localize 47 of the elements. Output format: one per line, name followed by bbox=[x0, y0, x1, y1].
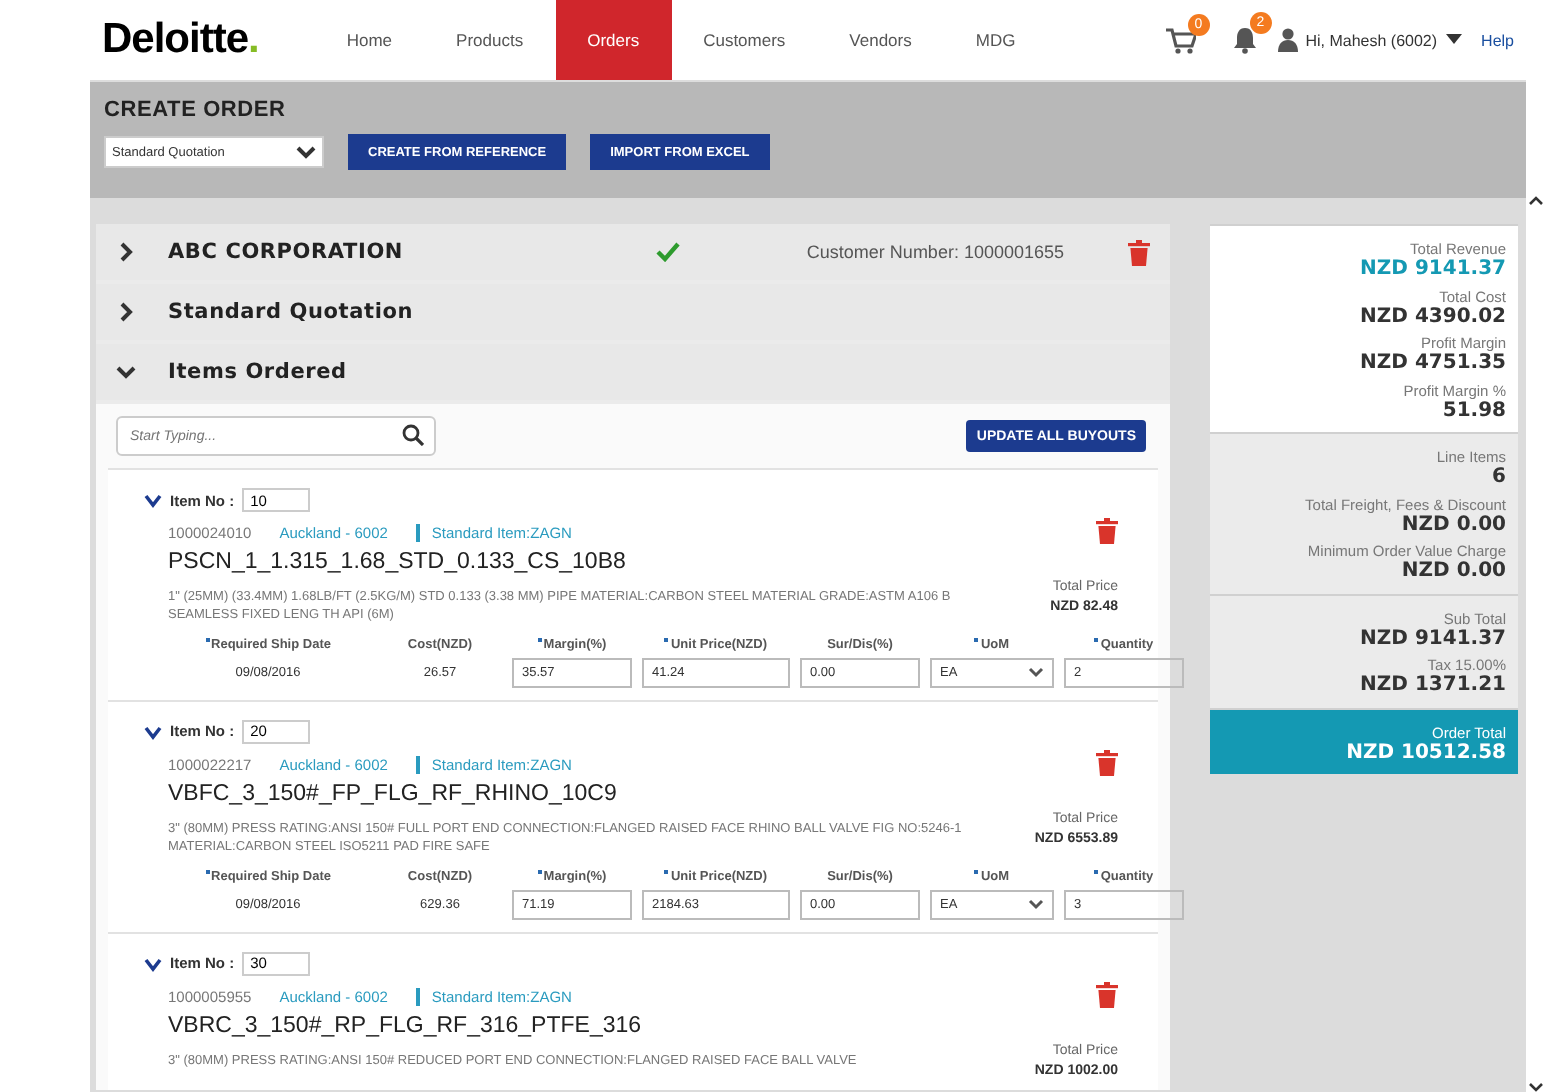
summary-value: NZD 4751.35 bbox=[1358, 352, 1506, 377]
summary-value: NZD 1371.21 bbox=[1358, 674, 1506, 699]
nav-tab[interactable]: Orders bbox=[555, 0, 672, 80]
chevron-down-icon bbox=[296, 144, 316, 160]
page-title: CREATE ORDER bbox=[104, 98, 288, 122]
summary-value: NZD 9141.37 bbox=[1358, 627, 1506, 652]
cart-icon[interactable] bbox=[1165, 27, 1196, 53]
summary-value: NZD 0.00 bbox=[1399, 560, 1506, 585]
nav-tab[interactable]: Vendors bbox=[817, 0, 944, 80]
scroll-down-icon[interactable] bbox=[1528, 1082, 1544, 1092]
logo[interactable]: Deloitte. bbox=[102, 16, 259, 64]
customer-number: Customer Number: 1000001655 bbox=[806, 242, 1064, 262]
chevron-down-icon[interactable] bbox=[144, 725, 162, 740]
section-title: Items Ordered bbox=[168, 360, 347, 384]
chevron-down-icon bbox=[1028, 666, 1044, 679]
user-icon bbox=[1277, 28, 1298, 52]
summary-value: NZD 10512.58 bbox=[1344, 741, 1506, 766]
delete-icon[interactable] bbox=[1128, 239, 1150, 265]
scroll-up-icon[interactable] bbox=[1528, 196, 1544, 206]
summary-value: 6 bbox=[1490, 466, 1506, 491]
summary-value: 51.98 bbox=[1440, 399, 1506, 424]
item-name: VBRC_3_150#_RP_FLG_RF_316_PTFE_316 bbox=[168, 1013, 644, 1038]
item-name: PSCN_1_1.315_1.68_STD_0.133_CS_10B8 bbox=[168, 550, 628, 574]
item-name: VBFC_3_150#_FP_FLG_RF_RHINO_10C9 bbox=[168, 781, 619, 806]
delete-icon[interactable] bbox=[1096, 749, 1118, 776]
delete-icon[interactable] bbox=[1096, 518, 1118, 544]
chevron-down-icon[interactable] bbox=[116, 364, 136, 380]
search-icon bbox=[402, 424, 424, 446]
nav-tab[interactable]: Customers bbox=[671, 0, 818, 80]
help-link[interactable]: Help bbox=[1481, 31, 1514, 49]
chevron-down-icon[interactable] bbox=[144, 494, 162, 508]
summary-value: NZD 4390.02 bbox=[1358, 305, 1506, 330]
summary-value: NZD 9141.37 bbox=[1358, 258, 1506, 283]
chevron-down-icon bbox=[1028, 898, 1044, 911]
section-title: Standard Quotation bbox=[168, 300, 414, 324]
chevron-right-icon[interactable] bbox=[118, 302, 134, 322]
chevron-right-icon[interactable] bbox=[118, 242, 134, 262]
bell-icon[interactable] bbox=[1231, 26, 1258, 54]
summary-value: NZD 0.00 bbox=[1399, 513, 1506, 538]
chevron-down-icon[interactable] bbox=[144, 957, 162, 972]
nav-tab[interactable]: Home bbox=[314, 0, 425, 80]
delete-icon[interactable] bbox=[1096, 981, 1118, 1008]
caret-icon[interactable] bbox=[1445, 34, 1462, 46]
nav-tab[interactable]: MDG bbox=[943, 0, 1048, 80]
section-title: ABC CORPORATION bbox=[168, 240, 404, 264]
user-menu[interactable]: Hi, Mahesh (6002) bbox=[1305, 31, 1438, 49]
nav-tab[interactable]: Products bbox=[424, 0, 556, 80]
